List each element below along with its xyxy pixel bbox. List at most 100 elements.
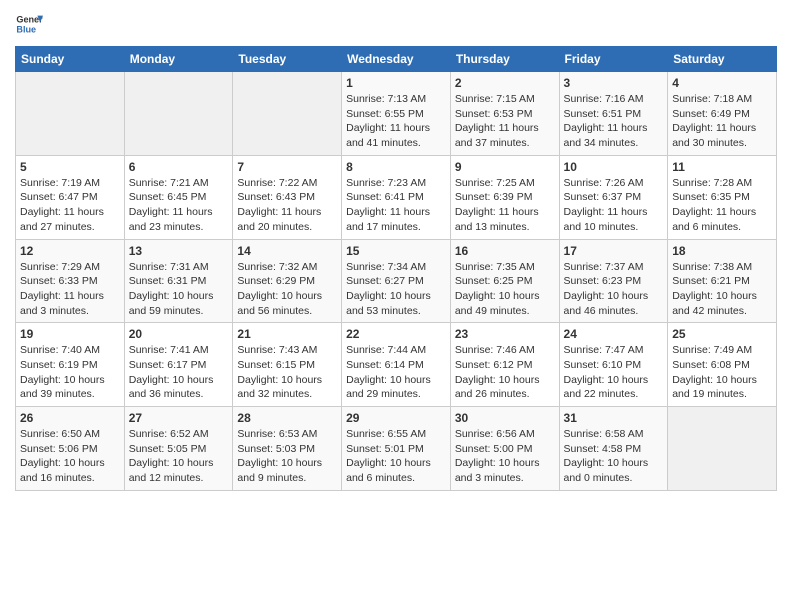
col-header-sunday: Sunday [16,47,125,72]
calendar-cell: 1 Sunrise: 7:13 AMSunset: 6:55 PMDayligh… [342,72,451,156]
day-number: 23 [455,327,555,341]
day-number: 15 [346,244,446,258]
day-info: Sunrise: 7:19 AMSunset: 6:47 PMDaylight:… [20,177,104,233]
day-info: Sunrise: 7:13 AMSunset: 6:55 PMDaylight:… [346,93,430,149]
day-number: 7 [237,160,337,174]
day-info: Sunrise: 7:18 AMSunset: 6:49 PMDaylight:… [672,93,756,149]
day-info: Sunrise: 7:47 AMSunset: 6:10 PMDaylight:… [564,344,649,400]
day-info: Sunrise: 7:29 AMSunset: 6:33 PMDaylight:… [20,261,104,317]
calendar-week-5: 26 Sunrise: 6:50 AMSunset: 5:06 PMDaylig… [16,407,777,491]
day-number: 13 [129,244,229,258]
day-number: 1 [346,76,446,90]
day-info: Sunrise: 7:26 AMSunset: 6:37 PMDaylight:… [564,177,648,233]
calendar-cell: 18 Sunrise: 7:38 AMSunset: 6:21 PMDaylig… [668,239,777,323]
calendar-cell [233,72,342,156]
svg-text:Blue: Blue [16,24,36,34]
day-info: Sunrise: 7:35 AMSunset: 6:25 PMDaylight:… [455,261,540,317]
day-number: 25 [672,327,772,341]
day-info: Sunrise: 7:44 AMSunset: 6:14 PMDaylight:… [346,344,431,400]
calendar-cell: 21 Sunrise: 7:43 AMSunset: 6:15 PMDaylig… [233,323,342,407]
calendar-cell: 19 Sunrise: 7:40 AMSunset: 6:19 PMDaylig… [16,323,125,407]
logo-icon: General Blue [15,10,43,38]
day-info: Sunrise: 6:56 AMSunset: 5:00 PMDaylight:… [455,428,540,484]
day-number: 22 [346,327,446,341]
day-number: 17 [564,244,664,258]
calendar-cell: 6 Sunrise: 7:21 AMSunset: 6:45 PMDayligh… [124,155,233,239]
calendar-table: SundayMondayTuesdayWednesdayThursdayFrid… [15,46,777,491]
day-number: 18 [672,244,772,258]
day-info: Sunrise: 7:43 AMSunset: 6:15 PMDaylight:… [237,344,322,400]
calendar-cell: 5 Sunrise: 7:19 AMSunset: 6:47 PMDayligh… [16,155,125,239]
day-info: Sunrise: 7:34 AMSunset: 6:27 PMDaylight:… [346,261,431,317]
calendar-cell: 29 Sunrise: 6:55 AMSunset: 5:01 PMDaylig… [342,407,451,491]
day-number: 19 [20,327,120,341]
calendar-cell [124,72,233,156]
calendar-cell [668,407,777,491]
day-info: Sunrise: 7:16 AMSunset: 6:51 PMDaylight:… [564,93,648,149]
calendar-cell: 9 Sunrise: 7:25 AMSunset: 6:39 PMDayligh… [450,155,559,239]
col-header-monday: Monday [124,47,233,72]
day-number: 29 [346,411,446,425]
day-number: 12 [20,244,120,258]
day-number: 8 [346,160,446,174]
calendar-cell: 12 Sunrise: 7:29 AMSunset: 6:33 PMDaylig… [16,239,125,323]
day-number: 10 [564,160,664,174]
day-info: Sunrise: 7:28 AMSunset: 6:35 PMDaylight:… [672,177,756,233]
day-number: 2 [455,76,555,90]
day-info: Sunrise: 7:32 AMSunset: 6:29 PMDaylight:… [237,261,322,317]
calendar-cell: 8 Sunrise: 7:23 AMSunset: 6:41 PMDayligh… [342,155,451,239]
day-number: 4 [672,76,772,90]
calendar-cell: 13 Sunrise: 7:31 AMSunset: 6:31 PMDaylig… [124,239,233,323]
day-info: Sunrise: 6:52 AMSunset: 5:05 PMDaylight:… [129,428,214,484]
calendar-cell [16,72,125,156]
day-number: 6 [129,160,229,174]
day-number: 24 [564,327,664,341]
calendar-cell: 26 Sunrise: 6:50 AMSunset: 5:06 PMDaylig… [16,407,125,491]
col-header-wednesday: Wednesday [342,47,451,72]
day-info: Sunrise: 6:58 AMSunset: 4:58 PMDaylight:… [564,428,649,484]
day-info: Sunrise: 7:31 AMSunset: 6:31 PMDaylight:… [129,261,214,317]
day-info: Sunrise: 6:55 AMSunset: 5:01 PMDaylight:… [346,428,431,484]
day-number: 14 [237,244,337,258]
calendar-cell: 3 Sunrise: 7:16 AMSunset: 6:51 PMDayligh… [559,72,668,156]
day-info: Sunrise: 7:25 AMSunset: 6:39 PMDaylight:… [455,177,539,233]
col-header-friday: Friday [559,47,668,72]
day-info: Sunrise: 7:21 AMSunset: 6:45 PMDaylight:… [129,177,213,233]
day-info: Sunrise: 7:22 AMSunset: 6:43 PMDaylight:… [237,177,321,233]
calendar-week-4: 19 Sunrise: 7:40 AMSunset: 6:19 PMDaylig… [16,323,777,407]
calendar-cell: 20 Sunrise: 7:41 AMSunset: 6:17 PMDaylig… [124,323,233,407]
day-info: Sunrise: 7:15 AMSunset: 6:53 PMDaylight:… [455,93,539,149]
calendar-cell: 4 Sunrise: 7:18 AMSunset: 6:49 PMDayligh… [668,72,777,156]
calendar-cell: 30 Sunrise: 6:56 AMSunset: 5:00 PMDaylig… [450,407,559,491]
page-header: General Blue [15,10,777,38]
day-info: Sunrise: 6:53 AMSunset: 5:03 PMDaylight:… [237,428,322,484]
logo: General Blue [15,10,43,38]
col-header-thursday: Thursday [450,47,559,72]
day-number: 27 [129,411,229,425]
day-info: Sunrise: 6:50 AMSunset: 5:06 PMDaylight:… [20,428,105,484]
day-info: Sunrise: 7:38 AMSunset: 6:21 PMDaylight:… [672,261,757,317]
day-number: 31 [564,411,664,425]
calendar-cell: 23 Sunrise: 7:46 AMSunset: 6:12 PMDaylig… [450,323,559,407]
day-number: 20 [129,327,229,341]
calendar-cell: 7 Sunrise: 7:22 AMSunset: 6:43 PMDayligh… [233,155,342,239]
day-number: 9 [455,160,555,174]
calendar-cell: 16 Sunrise: 7:35 AMSunset: 6:25 PMDaylig… [450,239,559,323]
calendar-week-3: 12 Sunrise: 7:29 AMSunset: 6:33 PMDaylig… [16,239,777,323]
day-number: 11 [672,160,772,174]
day-info: Sunrise: 7:41 AMSunset: 6:17 PMDaylight:… [129,344,214,400]
calendar-cell: 10 Sunrise: 7:26 AMSunset: 6:37 PMDaylig… [559,155,668,239]
day-info: Sunrise: 7:40 AMSunset: 6:19 PMDaylight:… [20,344,105,400]
day-info: Sunrise: 7:49 AMSunset: 6:08 PMDaylight:… [672,344,757,400]
day-number: 16 [455,244,555,258]
calendar-cell: 24 Sunrise: 7:47 AMSunset: 6:10 PMDaylig… [559,323,668,407]
calendar-week-2: 5 Sunrise: 7:19 AMSunset: 6:47 PMDayligh… [16,155,777,239]
calendar-cell: 27 Sunrise: 6:52 AMSunset: 5:05 PMDaylig… [124,407,233,491]
calendar-cell: 22 Sunrise: 7:44 AMSunset: 6:14 PMDaylig… [342,323,451,407]
calendar-cell: 31 Sunrise: 6:58 AMSunset: 4:58 PMDaylig… [559,407,668,491]
calendar-cell: 11 Sunrise: 7:28 AMSunset: 6:35 PMDaylig… [668,155,777,239]
day-info: Sunrise: 7:23 AMSunset: 6:41 PMDaylight:… [346,177,430,233]
calendar-cell: 25 Sunrise: 7:49 AMSunset: 6:08 PMDaylig… [668,323,777,407]
calendar-cell: 15 Sunrise: 7:34 AMSunset: 6:27 PMDaylig… [342,239,451,323]
col-header-saturday: Saturday [668,47,777,72]
